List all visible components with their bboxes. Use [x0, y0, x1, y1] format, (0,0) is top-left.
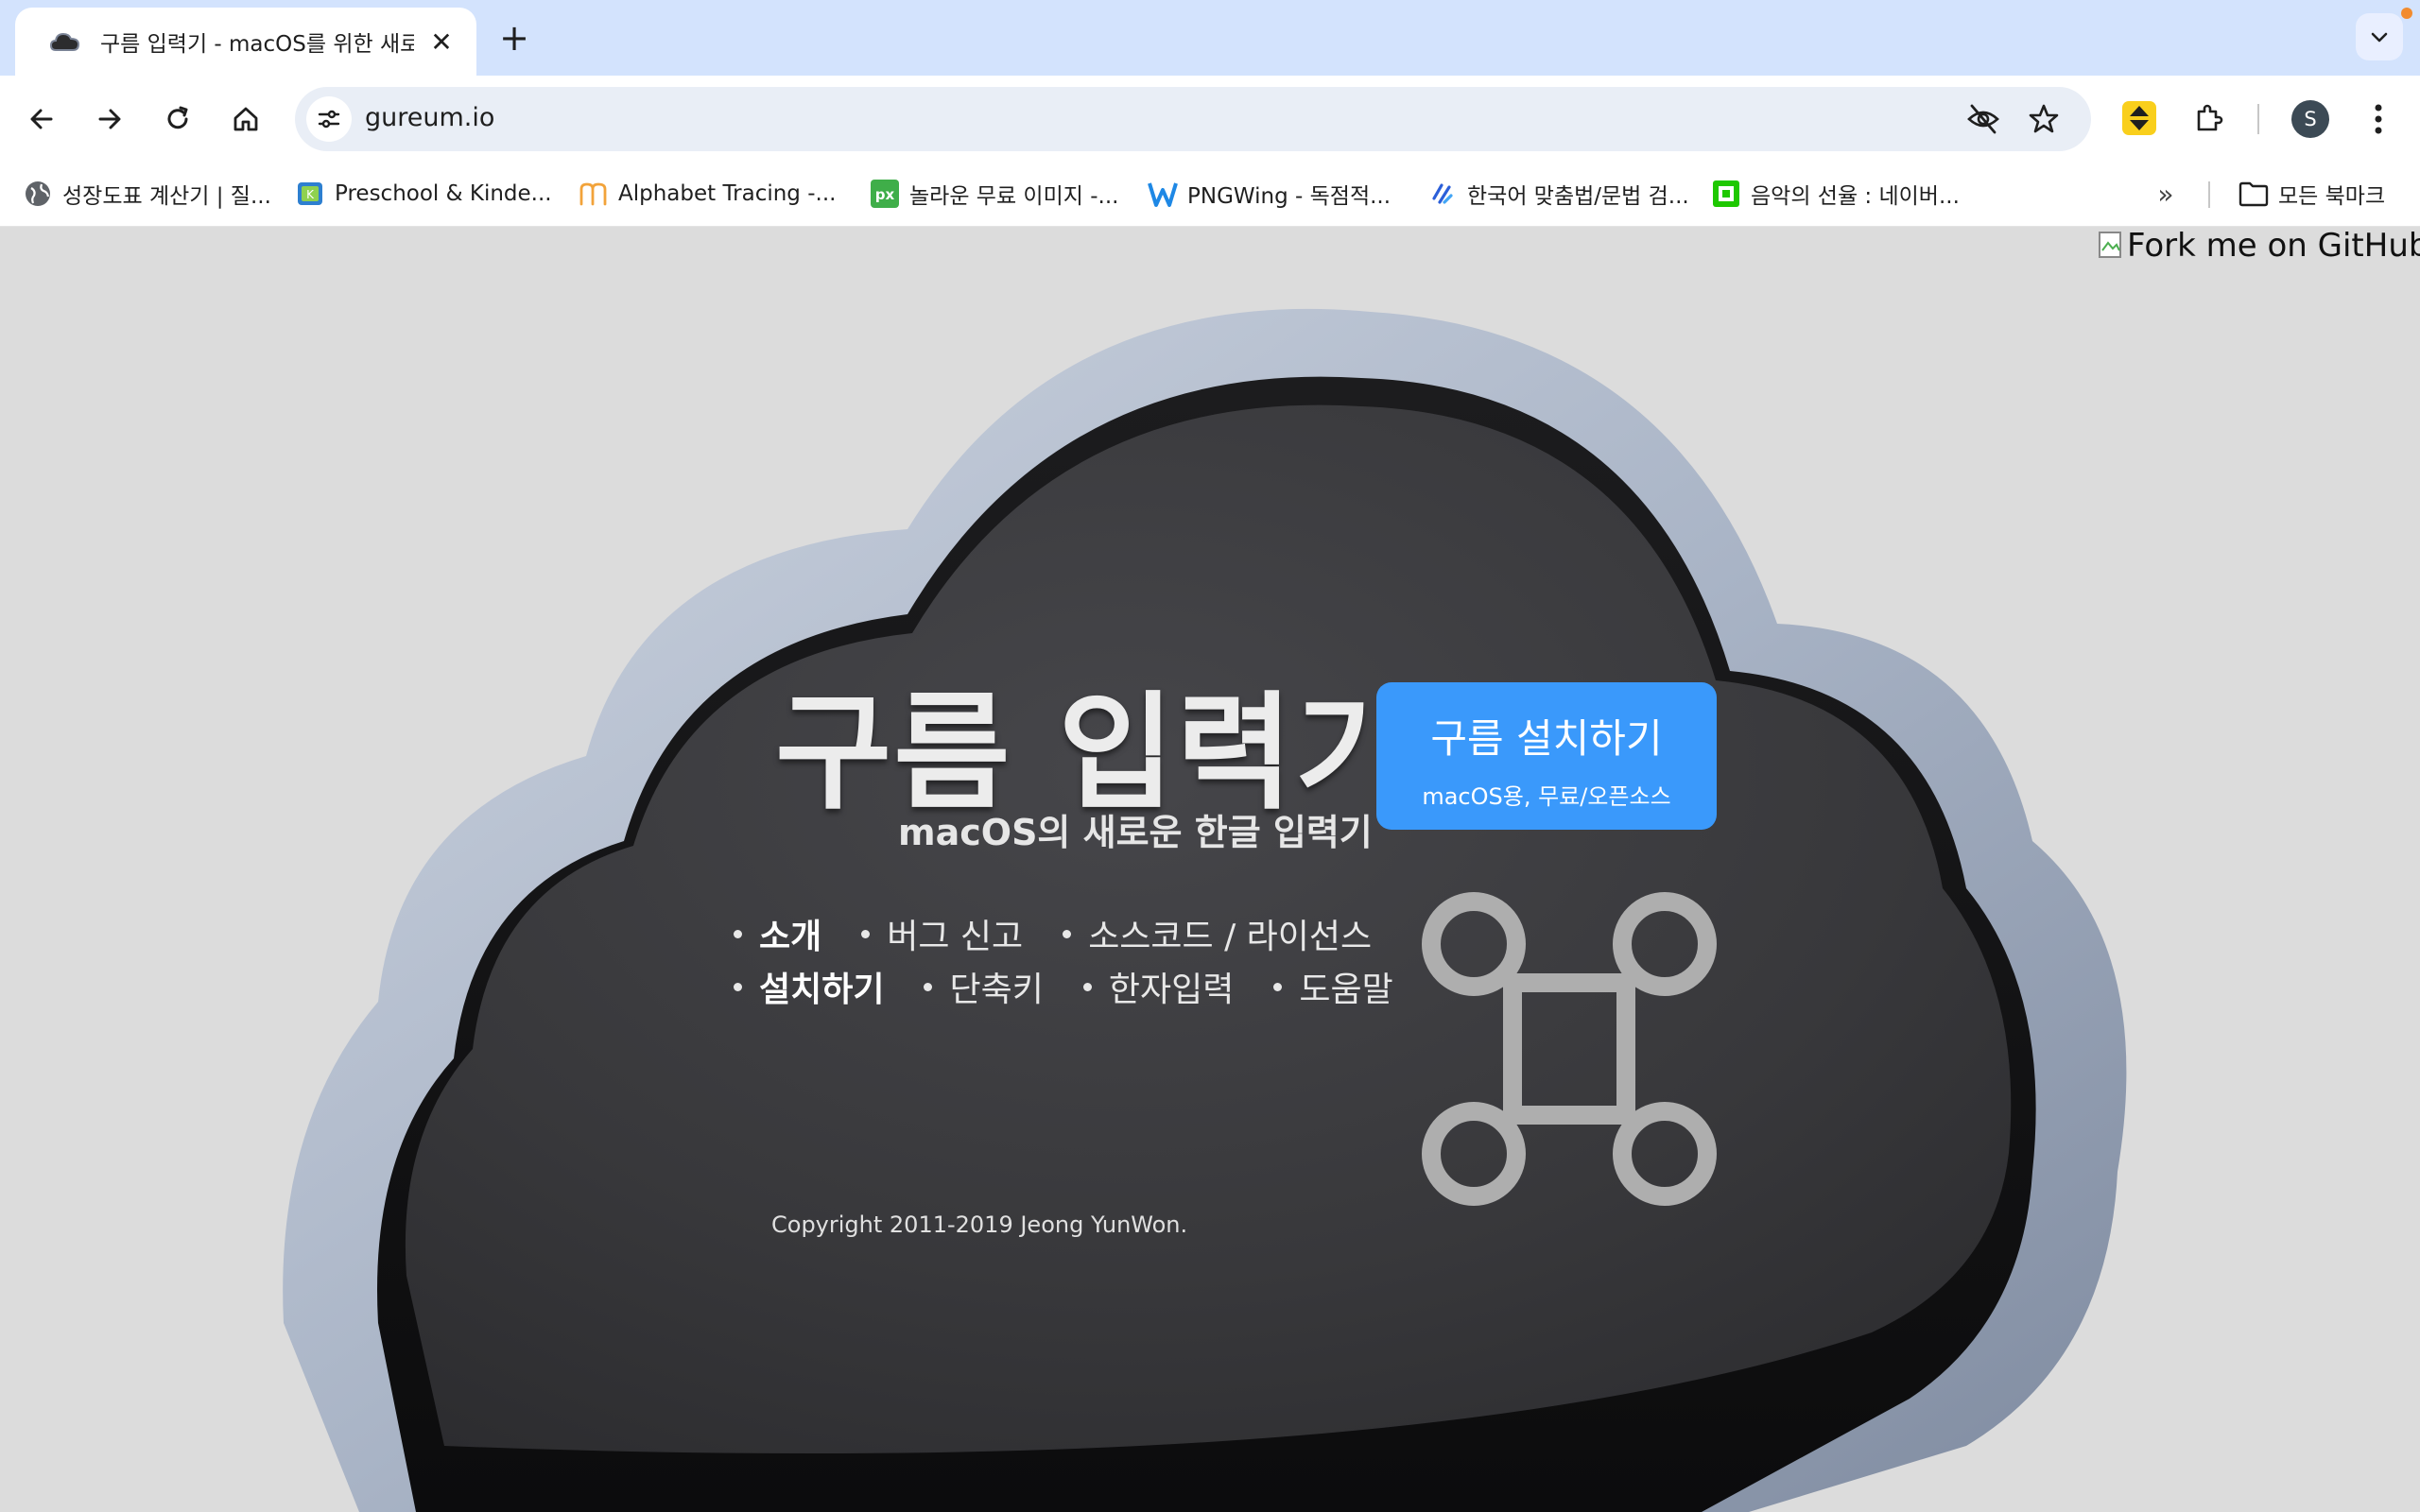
nav-link-help[interactable]: 도움말: [1273, 962, 1393, 1011]
active-tab[interactable]: 구름 입력기 - macOS를 위한 새로운 ✕: [15, 8, 476, 76]
browser-menu-button[interactable]: [2360, 96, 2397, 142]
cloud-keycap-illustration: [283, 308, 2127, 1512]
toolbar-divider: [2257, 104, 2259, 134]
reload-button[interactable]: [155, 96, 200, 142]
all-bookmarks-button[interactable]: 모든 북마크: [2238, 178, 2385, 210]
folder-icon: [2238, 181, 2269, 207]
extension-logo-icon: [2122, 101, 2156, 135]
spellcheck-icon: [1432, 183, 1453, 204]
puzzle-icon: [2197, 104, 2223, 131]
kindergarten-favicon: K: [298, 182, 322, 205]
eye-off-icon: [1967, 104, 1999, 134]
chevron-down-icon: [2371, 32, 2388, 43]
px-logo-icon: px: [871, 180, 899, 208]
extensions-menu-button[interactable]: [2187, 96, 2231, 140]
url-text[interactable]: gureum.io: [365, 103, 494, 132]
back-button[interactable]: [19, 96, 64, 142]
reload-icon: [167, 106, 188, 129]
more-bookmarks-button[interactable]: »: [2150, 178, 2182, 210]
home-icon: [233, 107, 258, 131]
bookmark-item[interactable]: Alphabet Tracing -...: [579, 178, 836, 210]
nav-link-hanja-input[interactable]: 한자입력: [1082, 962, 1234, 1011]
tab-title: 구름 입력기 - macOS를 위한 새로운: [100, 32, 414, 57]
nav-link-bug-report[interactable]: 버그 신고: [861, 909, 1023, 958]
home-button[interactable]: [223, 96, 268, 142]
forward-button[interactable]: [87, 96, 132, 142]
more-vertical-icon: [2375, 104, 2382, 134]
profile-avatar[interactable]: S: [2291, 100, 2329, 138]
bookmark-item[interactable]: 한국어 맞춤법/문법 검...: [1427, 178, 1689, 210]
notification-dot: [2401, 8, 2412, 19]
bookmark-item[interactable]: 음악의 선율 : 네이버...: [1711, 178, 1960, 210]
arrow-right-icon: [98, 109, 121, 129]
tune-icon: [318, 110, 340, 129]
bookmark-star-button[interactable]: [2025, 100, 2063, 138]
nav-link-intro[interactable]: 소개: [734, 909, 821, 958]
w-logo-icon: [1148, 182, 1178, 207]
bookmarks-bar: 성장도표 계산기 | 질... K Preschool & Kinde... A…: [0, 161, 2420, 227]
svg-text:K: K: [306, 188, 315, 201]
nav-row-1: 소개 버그 신고 소스코드 / 라이선스: [734, 910, 1411, 957]
page-subtitle: macOS의 새로운 한글 입력기: [898, 812, 1373, 853]
bookmark-item[interactable]: K Preschool & Kinde...: [295, 178, 552, 210]
tab-strip: 구름 입력기 - macOS를 위한 새로운 ✕ +: [0, 0, 2420, 76]
nav-row-2: 설치하기 단축키 한자입력 도움말: [734, 963, 1433, 1010]
site-info-button[interactable]: [306, 96, 352, 142]
address-bar[interactable]: gureum.io: [295, 87, 2091, 151]
nav-link-shortcuts[interactable]: 단축키: [924, 962, 1044, 1011]
web-page: Fork me on GitHub 구름 입력기 macOS의 새로운 한글 입…: [0, 227, 2420, 1512]
tab-search-button[interactable]: [2356, 13, 2403, 60]
close-tab-icon[interactable]: ✕: [425, 26, 458, 58]
tracking-protection-button[interactable]: [1964, 100, 2002, 138]
bookmarks-divider: [2208, 181, 2210, 208]
nav-link-source-license[interactable]: 소스코드 / 라이선스: [1063, 909, 1372, 958]
globe-icon: [26, 181, 50, 206]
nav-link-install[interactable]: 설치하기: [734, 962, 884, 1011]
m-logo-icon: [579, 182, 607, 206]
new-tab-button[interactable]: +: [495, 17, 533, 59]
cloud-icon: [49, 32, 80, 51]
install-button-label: 구름 설치하기: [1430, 715, 1663, 762]
browser-toolbar: gureum.io S: [0, 76, 2420, 161]
install-button-sublabel: macOS용, 무료/오픈소스: [1422, 783, 1671, 810]
broken-image-icon: [2099, 232, 2121, 258]
extension-button[interactable]: [2118, 96, 2161, 140]
bookmark-item[interactable]: px 놀라운 무료 이미지 -...: [870, 178, 1118, 210]
install-button[interactable]: 구름 설치하기 macOS용, 무료/오픈소스: [1376, 682, 1717, 830]
copyright-text: Copyright 2011-2019 Jeong YunWon.: [771, 1211, 1188, 1238]
bookmark-item[interactable]: 성장도표 계산기 | 질...: [23, 178, 271, 210]
arrow-left-icon: [30, 109, 53, 129]
bookmark-item[interactable]: PNGWing - 독점적...: [1148, 178, 1391, 210]
star-icon: [2029, 104, 2059, 133]
fork-me-ribbon-link[interactable]: Fork me on GitHub: [2097, 227, 2420, 265]
naver-icon: [1713, 180, 1739, 207]
svg-text:px: px: [875, 186, 895, 203]
